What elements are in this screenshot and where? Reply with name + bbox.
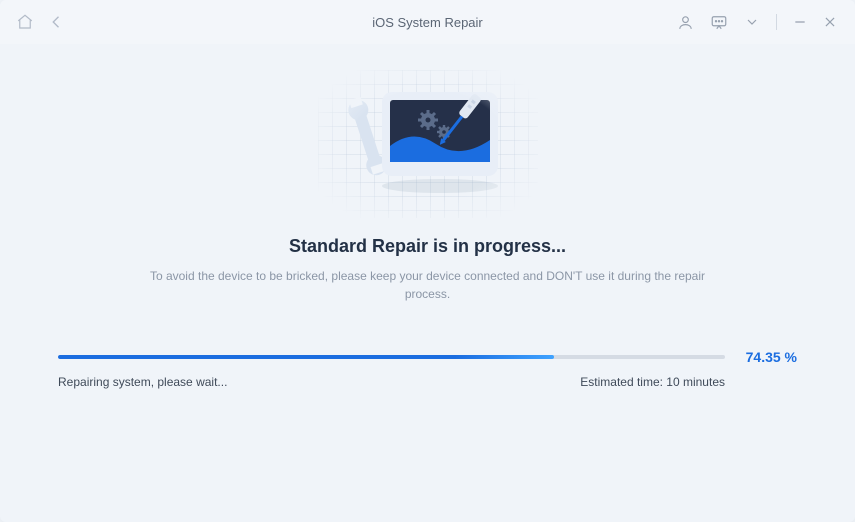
home-icon[interactable]	[16, 13, 34, 31]
progress-heading: Standard Repair is in progress...	[58, 236, 797, 257]
main-content: Standard Repair is in progress... To avo…	[0, 44, 855, 389]
progress-eta-text: Estimated time: 10 minutes	[580, 375, 725, 389]
close-icon[interactable]	[823, 15, 837, 29]
titlebar: iOS System Repair	[0, 0, 855, 44]
back-arrow-icon[interactable]	[48, 13, 66, 31]
chevron-down-icon[interactable]	[744, 14, 760, 30]
progress-section: 74.35 % Repairing system, please wait...…	[58, 349, 797, 389]
progress-fill	[58, 355, 554, 359]
user-icon[interactable]	[677, 14, 694, 31]
titlebar-right	[677, 13, 837, 31]
progress-bar	[58, 355, 725, 359]
progress-subtext: To avoid the device to be bricked, pleas…	[148, 267, 708, 303]
progress-status-text: Repairing system, please wait...	[58, 375, 227, 389]
separator	[776, 14, 777, 30]
titlebar-left	[16, 13, 66, 31]
chat-icon[interactable]	[710, 13, 728, 31]
progress-percent: 74.35 %	[739, 349, 797, 365]
illustration	[58, 68, 797, 218]
minimize-icon[interactable]	[793, 15, 807, 29]
repair-illustration	[328, 66, 528, 216]
